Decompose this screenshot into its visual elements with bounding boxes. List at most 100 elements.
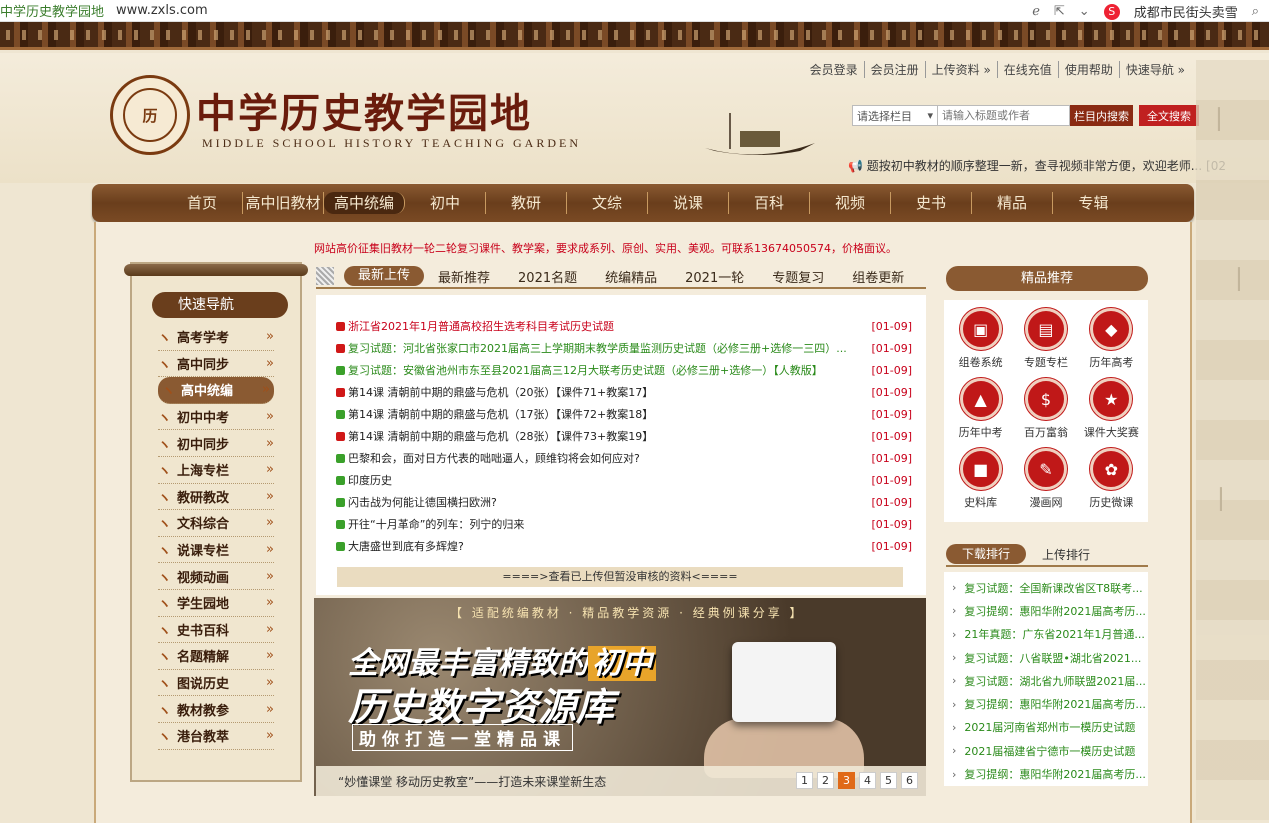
logo-seal[interactable]: 历	[110, 75, 190, 155]
sidebar-item[interactable]: ヽ视频动画»	[158, 563, 274, 590]
rank-item[interactable]: › 复习试题：全国新课改省区T8联考...	[944, 576, 1148, 599]
sidebar-item[interactable]: ヽ教研教改»	[158, 484, 274, 511]
search-suggestion[interactable]: 成都市民街头卖雪	[1134, 2, 1238, 21]
tab-2021-famous[interactable]: 2021名题	[504, 267, 591, 286]
search-engine-icon[interactable]: S	[1103, 3, 1120, 20]
search-icon[interactable]: ⌕	[1252, 4, 1259, 19]
sidebar-item[interactable]: ヽ高考学考»	[158, 324, 274, 351]
rank-item[interactable]: › 2021届福建省宁德市一模历史试题	[944, 739, 1148, 762]
link-quick-nav[interactable]: 快速导航 »	[1120, 61, 1191, 78]
pager-button[interactable]: 4	[859, 772, 876, 789]
news-title[interactable]: 复习试题：安徽省池州市东至县2021届高三12月大联考历史试题（必修三册+选修一…	[348, 362, 863, 378]
banner-caption-text[interactable]: “妙懂课堂 移动历史教室”——打造未来课堂新生态	[338, 773, 606, 790]
feature-item[interactable]: ★ 课件大奖赛	[1079, 378, 1144, 444]
rank-item[interactable]: › 21年真题：广东省2021年1月普通...	[944, 623, 1148, 646]
news-item[interactable]: 巴黎和会，面对日方代表的咄咄逼人，顾维钧将会如何应对? [01-09]	[336, 447, 912, 469]
search-in-column-button[interactable]: 栏目内搜索	[1070, 105, 1133, 126]
nav-albums[interactable]: 专辑	[1053, 192, 1134, 214]
sidebar-item[interactable]: ヽ文科综合»	[158, 510, 274, 537]
nav-old-textbook[interactable]: 高中旧教材	[243, 192, 324, 214]
nav-research[interactable]: 教研	[486, 192, 567, 214]
nav-premium[interactable]: 精品	[972, 192, 1053, 214]
rank-item[interactable]: › 复习提纲：惠阳华附2021届高考历...	[944, 692, 1148, 715]
sidebar-item[interactable]: ヽ名题精解»	[158, 643, 274, 670]
feature-item[interactable]: ▤ 专题专栏	[1013, 308, 1078, 374]
tab-2021-round1[interactable]: 2021一轮	[671, 267, 758, 286]
search-input[interactable]	[938, 105, 1070, 126]
pager-button[interactable]: 1	[796, 772, 813, 789]
ad-text[interactable]: 网站高价征集旧教材一轮二轮复习课件、教学案，要求成系列、原创、实用、美观。可联系…	[314, 240, 897, 256]
feature-item[interactable]: ▲ 历年中考	[948, 378, 1013, 444]
news-title[interactable]: 第14课 清朝前中期的鼎盛与危机（20张）【课件71+教案17】	[348, 384, 863, 400]
nav-unified-textbook[interactable]: 高中统编	[324, 192, 405, 214]
tab-upload-rank[interactable]: 上传排行	[1026, 546, 1106, 563]
pager-button[interactable]: 6	[901, 772, 918, 789]
nav-video[interactable]: 视频	[810, 192, 891, 214]
tab-topic-review[interactable]: 专题复习	[758, 267, 838, 286]
sidebar-item[interactable]: ヽ上海专栏»	[158, 457, 274, 484]
rank-item[interactable]: › 复习提纲：惠阳华附2021届高考历...	[944, 762, 1148, 785]
sidebar-item-active[interactable]: ヽ高中统编»	[158, 377, 274, 404]
pager-button[interactable]: 5	[880, 772, 897, 789]
browser-url[interactable]: www.zxls.com	[116, 3, 208, 18]
rank-item[interactable]: › 复习试题：湖北省九师联盟2021届...	[944, 669, 1148, 692]
feature-item[interactable]: $ 百万富翁	[1013, 378, 1078, 444]
sidebar-item[interactable]: ヽ初中同步»	[158, 430, 274, 457]
news-item[interactable]: 第14课 清朝前中期的鼎盛与危机（28张）【课件73+教案19】 [01-09]	[336, 425, 912, 447]
news-title[interactable]: 第14课 清朝前中期的鼎盛与危机（28张）【课件73+教案19】	[348, 428, 863, 444]
sidebar-item[interactable]: ヽ学生园地»	[158, 590, 274, 617]
view-pending-link[interactable]: ====>查看已上传但暂没审核的资料<====	[337, 567, 903, 587]
news-item[interactable]: 浙江省2021年1月普通高校招生选考科目考试历史试题 [01-09]	[336, 315, 912, 337]
sidebar-item[interactable]: ヽ港台教萃»	[158, 723, 274, 750]
share-icon[interactable]: ⇱	[1054, 4, 1065, 19]
tab-download-rank[interactable]: 下载排行	[946, 544, 1027, 564]
tab-paper-update[interactable]: 组卷更新	[838, 267, 918, 286]
feature-item[interactable]: ✎ 漫画网	[1013, 448, 1078, 514]
rank-item[interactable]: › 2021届河南省郑州市一模历史试题	[944, 716, 1148, 739]
search-column-select[interactable]: 请选择栏目 ▾	[852, 105, 938, 126]
feature-item[interactable]: ■ 史料库	[948, 448, 1013, 514]
reader-icon[interactable]: ℯ	[1032, 4, 1040, 19]
link-recharge[interactable]: 在线充值	[998, 61, 1059, 78]
news-title[interactable]: 浙江省2021年1月普通高校招生选考科目考试历史试题	[348, 318, 863, 334]
tab-unified-premium[interactable]: 统编精品	[591, 267, 671, 286]
feature-item[interactable]: ◆ 历年高考	[1079, 308, 1144, 374]
news-item[interactable]: 复习试题：河北省张家口市2021届高三上学期期末教学质量监测历史试题（必修三册+…	[336, 337, 912, 359]
tab-latest-recommend[interactable]: 最新推荐	[424, 267, 504, 286]
chevron-down-icon[interactable]: ⌄	[1079, 4, 1090, 19]
news-title[interactable]: 巴黎和会，面对日方代表的咄咄逼人，顾维钧将会如何应对?	[348, 450, 863, 466]
news-item[interactable]: 印度历史 [01-09]	[336, 469, 912, 491]
nav-encyclopedia[interactable]: 百科	[729, 192, 810, 214]
nav-lecture[interactable]: 说课	[648, 192, 729, 214]
news-title[interactable]: 复习试题：河北省张家口市2021届高三上学期期末教学质量监测历史试题（必修三册+…	[348, 340, 863, 356]
nav-history-books[interactable]: 史书	[891, 192, 972, 214]
news-title[interactable]: 第14课 清朝前中期的鼎盛与危机（17张）【课件72+教案18】	[348, 406, 863, 422]
feature-item[interactable]: ▣ 组卷系统	[948, 308, 1013, 374]
news-title[interactable]: 大唐盛世到底有多辉煌?	[348, 538, 863, 554]
nav-liberal-arts[interactable]: 文综	[567, 192, 648, 214]
link-help[interactable]: 使用帮助	[1059, 61, 1120, 78]
news-item[interactable]: 复习试题：安徽省池州市东至县2021届高三12月大联考历史试题（必修三册+选修一…	[336, 359, 912, 381]
feature-item[interactable]: ✿ 历史微课	[1079, 448, 1144, 514]
news-item[interactable]: 第14课 清朝前中期的鼎盛与危机（20张）【课件71+教案17】 [01-09]	[336, 381, 912, 403]
link-login[interactable]: 会员登录	[804, 61, 865, 78]
sidebar-item[interactable]: ヽ教材教参»	[158, 696, 274, 723]
nav-junior[interactable]: 初中	[405, 192, 486, 214]
news-item[interactable]: 第14课 清朝前中期的鼎盛与危机（17张）【课件72+教案18】 [01-09]	[336, 403, 912, 425]
sidebar-item[interactable]: ヽ说课专栏»	[158, 537, 274, 564]
link-register[interactable]: 会员注册	[865, 61, 926, 78]
rank-item[interactable]: › 复习试题：八省联盟•湖北省2021...	[944, 646, 1148, 669]
sidebar-item[interactable]: ヽ图说历史»	[158, 670, 274, 697]
rank-item[interactable]: › 复习提纲：惠阳华附2021届高考历...	[944, 599, 1148, 622]
news-title[interactable]: 开往“十月革命”的列车：列宁的归来	[348, 516, 863, 532]
news-title[interactable]: 印度历史	[348, 472, 863, 488]
news-title[interactable]: 闪击战为何能让德国横扫欧洲?	[348, 494, 863, 510]
news-item[interactable]: 大唐盛世到底有多辉煌? [01-09]	[336, 535, 912, 557]
tab-latest-upload[interactable]: 最新上传	[344, 266, 425, 286]
news-item[interactable]: 开往“十月革命”的列车：列宁的归来 [01-09]	[336, 513, 912, 535]
pager-button[interactable]: 2	[817, 772, 834, 789]
link-upload[interactable]: 上传资料 »	[926, 61, 998, 78]
nav-home[interactable]: 首页	[162, 192, 243, 214]
news-item[interactable]: 闪击战为何能让德国横扫欧洲? [01-09]	[336, 491, 912, 513]
sidebar-item[interactable]: ヽ初中中考»	[158, 404, 274, 431]
